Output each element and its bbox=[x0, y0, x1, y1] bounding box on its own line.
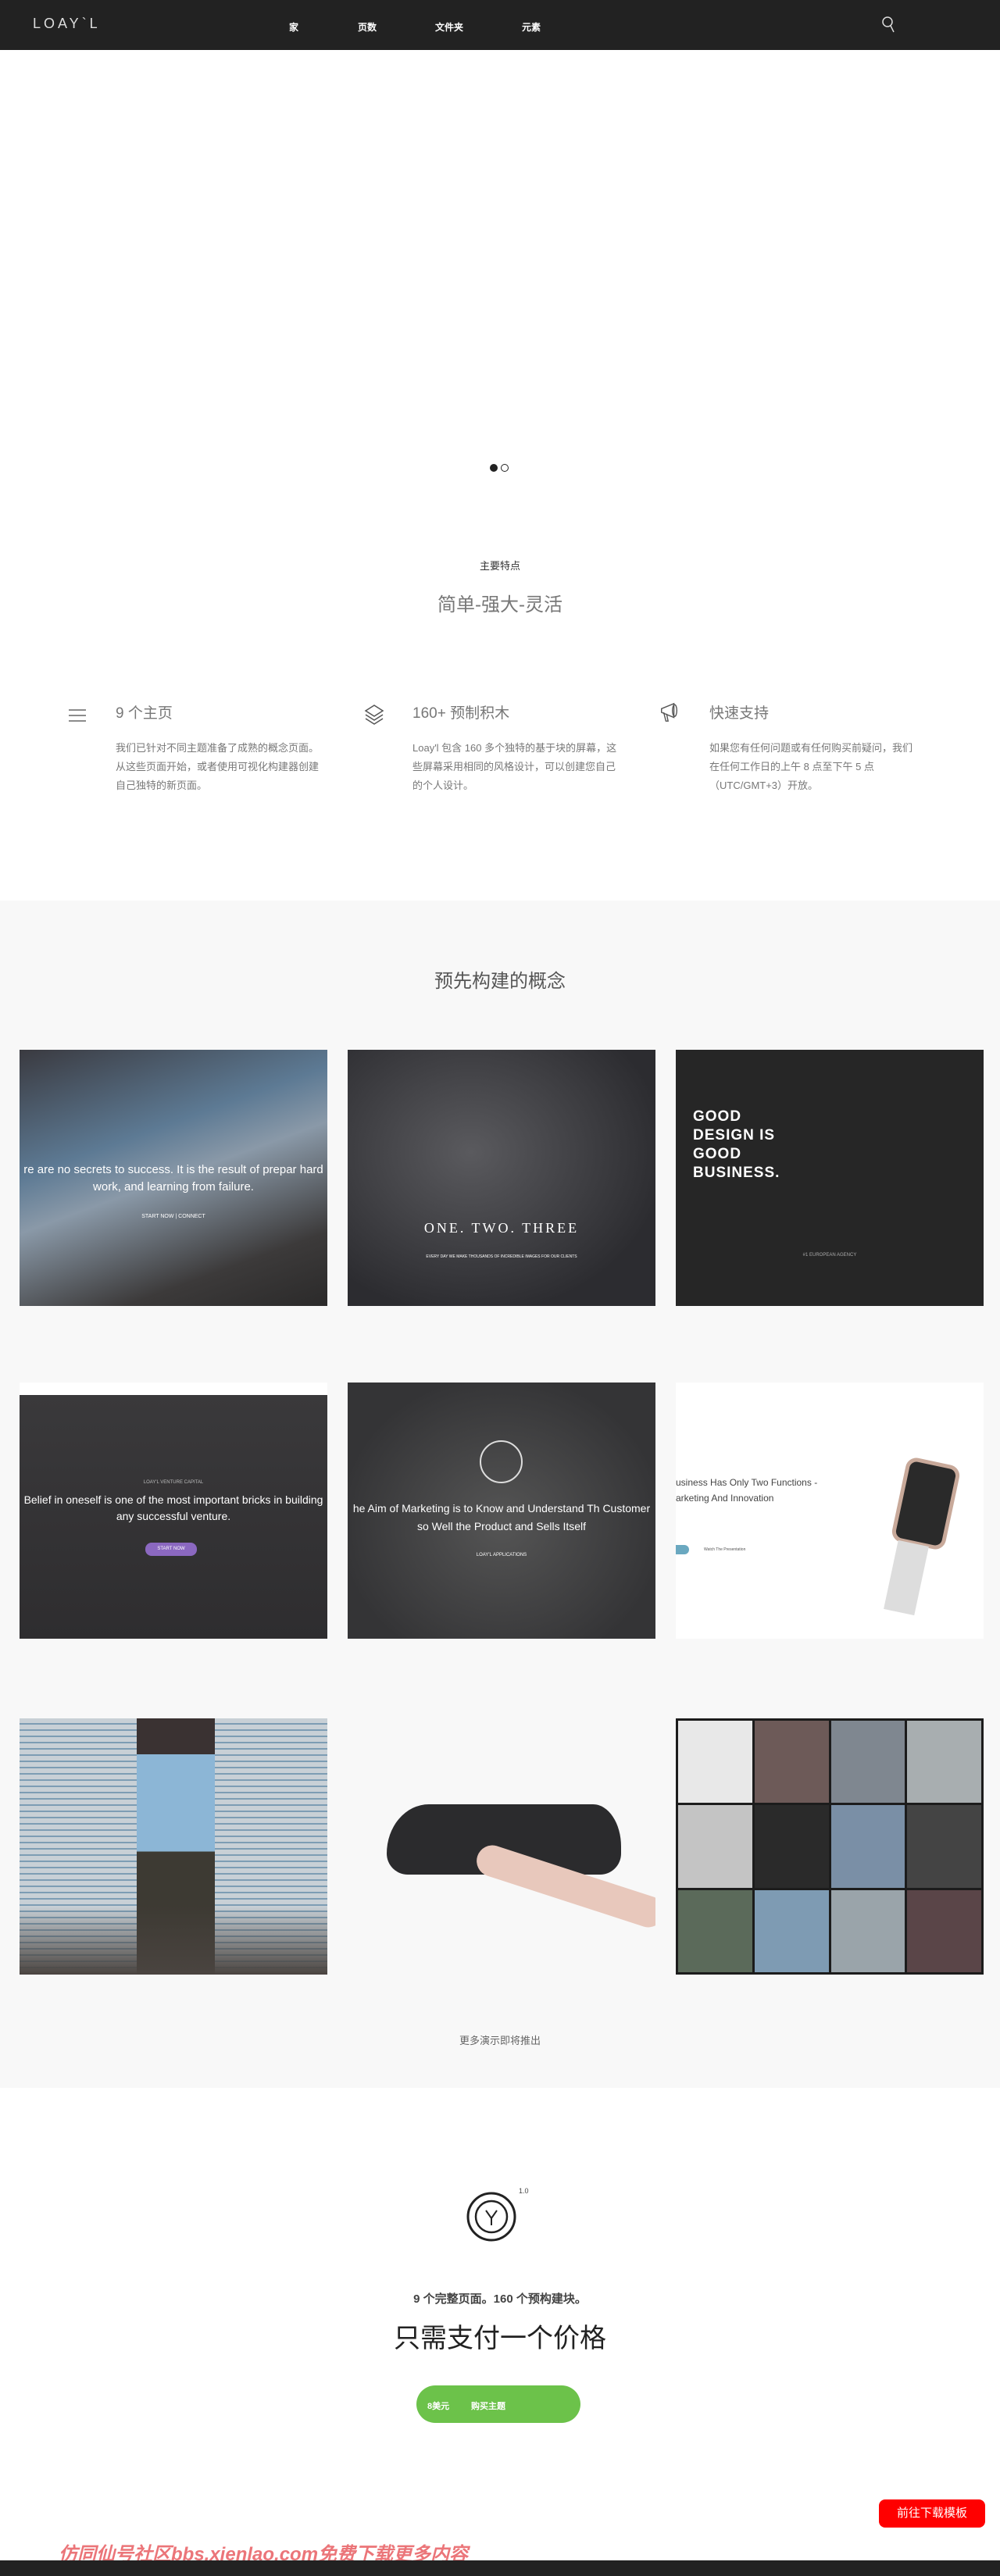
concept-thumb-agency[interactable]: GOOD DESIGN IS GOOD BUSINESS. #1 EUROPEA… bbox=[676, 1050, 984, 1306]
feature-text: Loay'l 包含 160 多个独特的基于块的屏幕，这些屏幕采用相同的风格设计，… bbox=[412, 742, 617, 791]
more-demos-text: 更多演示即将推出 bbox=[459, 2035, 541, 2046]
concept-thumb-shop-grid[interactable] bbox=[676, 1718, 984, 1975]
watch-image bbox=[890, 1455, 962, 1552]
slider-dot-2[interactable] bbox=[501, 464, 509, 472]
menu-lines-icon bbox=[69, 709, 86, 722]
thumb-sub: Watch The Presentation bbox=[704, 1547, 746, 1552]
buy-theme-button[interactable]: 8美元 购买主题 bbox=[416, 2385, 580, 2423]
concept-thumb-bridge[interactable]: re are no secrets to success. It is the … bbox=[20, 1050, 327, 1306]
price-label: 8美元 bbox=[427, 2402, 450, 2411]
concept-thumb-sneaker[interactable] bbox=[348, 1718, 655, 1975]
concept-thumb-app[interactable]: he Aim of Marketing is to Know and Under… bbox=[348, 1383, 655, 1639]
search-icon[interactable] bbox=[881, 16, 897, 34]
slider-dot-1[interactable] bbox=[490, 464, 498, 472]
version-label: 1.0 bbox=[519, 2187, 529, 2195]
concept-thumb-street[interactable] bbox=[20, 1718, 327, 1975]
thumb-sub: START NOW | CONNECT bbox=[141, 1214, 205, 1219]
nav-item-portfolio[interactable]: 文件夹 bbox=[435, 20, 463, 34]
feature-title: 快速支持 bbox=[709, 705, 770, 722]
pricing-title: 只需支付一个价格 bbox=[394, 2324, 606, 2353]
nav-item-elements[interactable]: 元素 bbox=[522, 20, 541, 34]
top-nav: LOAY`L 家 页数 文件夹 元素 bbox=[0, 0, 1000, 50]
concept-thumb-venture[interactable]: LOAY'L VENTURE CAPITAL Belief in oneself… bbox=[20, 1383, 327, 1639]
layers-icon bbox=[364, 705, 384, 725]
thumb-sub: LOAY'L APPLICATIONS bbox=[476, 1553, 527, 1557]
thumb-sub: #1 EUROPEAN AGENCY bbox=[802, 1253, 857, 1258]
thumb-sub: LOAY'L VENTURE CAPITAL bbox=[143, 1480, 204, 1485]
logo[interactable]: LOAY`L bbox=[33, 16, 101, 32]
download-template-button[interactable]: 前往下载模板 bbox=[879, 2499, 985, 2528]
concepts-title: 预先构建的概念 bbox=[434, 971, 566, 992]
thumb-headline: GOOD DESIGN IS GOOD BUSINESS. bbox=[693, 1108, 780, 1181]
concept-thumb-fashion[interactable]: ONE. TWO. THREE EVERY DAY WE MAKE THOUSA… bbox=[348, 1050, 655, 1306]
thumb-headline: he Aim of Marketing is to Know and Under… bbox=[352, 1502, 651, 1532]
feature-text: 我们已针对不同主题准备了成熟的概念页面。从这些页面开始，或者使用可视化构建器创建… bbox=[116, 742, 320, 791]
watch-strap bbox=[884, 1540, 929, 1616]
thumb-start-button[interactable]: START NOW bbox=[145, 1543, 197, 1556]
nav-item-pages[interactable]: 页数 bbox=[358, 20, 377, 34]
pricing-line: 9 个完整页面。160 个预构建块。 bbox=[413, 2292, 587, 2306]
feature-text: 如果您有任何问题或有任何购买前疑问，我们在任何工作日的上午 8 点至下午 5 点… bbox=[709, 742, 913, 791]
buy-label: 购买主题 bbox=[471, 2402, 505, 2411]
nav-item-home[interactable]: 家 bbox=[289, 20, 298, 34]
features-kicker: 主要特点 bbox=[479, 560, 520, 572]
megaphone-icon bbox=[661, 702, 678, 722]
thumb-headline: usiness Has Only Two Functions - arketin… bbox=[676, 1477, 818, 1504]
feature-title: 160+ 预制积木 bbox=[412, 705, 510, 722]
plants bbox=[20, 1906, 327, 1975]
feature-title: 9 个主页 bbox=[116, 705, 173, 722]
thumb-headline: Belief in oneself is one of the most imp… bbox=[23, 1493, 323, 1522]
concept-thumb-watch[interactable]: usiness Has Only Two Functions - arketin… bbox=[676, 1383, 984, 1639]
thumb-sub: EVERY DAY WE MAKE THOUSANDS OF INCREDIBL… bbox=[426, 1254, 577, 1259]
thumb-headline: ONE. TWO. THREE bbox=[423, 1220, 580, 1236]
thumb-button bbox=[676, 1545, 689, 1554]
brand-logo-icon bbox=[466, 2192, 516, 2242]
footer bbox=[0, 2560, 1000, 2576]
app-logo-icon bbox=[480, 1440, 523, 1483]
thumb-headline: re are no secrets to success. It is the … bbox=[23, 1163, 323, 1193]
features-title: 简单-强大-灵活 bbox=[438, 594, 562, 615]
